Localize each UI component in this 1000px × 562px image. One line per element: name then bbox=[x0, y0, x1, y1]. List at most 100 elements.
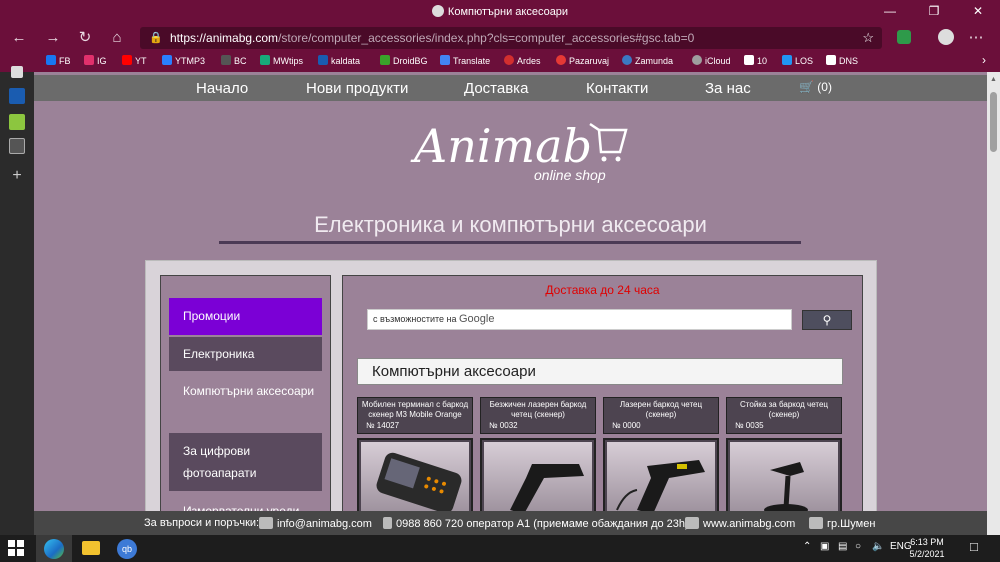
cart-link[interactable]: 🛒 (0) bbox=[799, 80, 832, 94]
product-image-wireless-scanner[interactable] bbox=[480, 438, 596, 518]
vertical-tabs-sidebar: + bbox=[0, 66, 34, 535]
fav-bc[interactable]: BC bbox=[221, 55, 247, 66]
edge-taskbar-button[interactable] bbox=[36, 535, 72, 562]
refresh-icon[interactable]: ↻ bbox=[74, 28, 96, 48]
fav-mwtips[interactable]: MWtips bbox=[260, 55, 303, 66]
search-button[interactable]: ⚲ bbox=[802, 310, 852, 330]
product-title[interactable]: Стойка за баркод четец (скенер) № 0035 bbox=[726, 397, 842, 434]
qbittorrent-icon[interactable]: qb bbox=[117, 539, 137, 559]
page-scrollbar[interactable]: ▲ bbox=[987, 72, 1000, 535]
zamunda-icon bbox=[622, 55, 632, 65]
product-title[interactable]: Безжичен лазерен баркод четец (скенер) № … bbox=[480, 397, 596, 434]
logo-subtitle: online shop bbox=[534, 167, 606, 183]
product-image-mobile-terminal[interactable] bbox=[357, 438, 473, 518]
tray-app-icon[interactable]: ▣ bbox=[820, 541, 829, 552]
animabg-logo[interactable]: Animab online shop bbox=[394, 112, 644, 197]
product-code: № 0032 bbox=[489, 421, 518, 430]
site-search-input[interactable]: с възможностите на Google bbox=[367, 309, 792, 330]
kaldata-icon bbox=[318, 55, 328, 65]
category-sidebar: Промоции Електроника Компютърни аксесоар… bbox=[160, 275, 331, 535]
contact-email[interactable]: info@animabg.com bbox=[259, 517, 372, 530]
mwtips-icon bbox=[260, 55, 270, 65]
menu-new-products[interactable]: Нови продукти bbox=[306, 80, 408, 97]
chevron-right-icon[interactable]: › bbox=[982, 53, 986, 67]
fav-pazaruvaj[interactable]: Pazaruvaj bbox=[556, 55, 609, 66]
notification-icon[interactable]: □ bbox=[970, 539, 978, 554]
scrollbar-thumb[interactable] bbox=[990, 92, 997, 152]
tab-actions-icon[interactable] bbox=[11, 66, 23, 78]
contact-location: гр.Шумен bbox=[809, 517, 875, 530]
menu-delivery[interactable]: Доставка bbox=[464, 80, 528, 97]
fav-ig[interactable]: IG bbox=[84, 55, 107, 66]
fav-ytmp3[interactable]: YTMP3 bbox=[162, 55, 205, 66]
phone-icon bbox=[383, 517, 392, 529]
fav-10[interactable]: 10 bbox=[744, 55, 767, 66]
category-promotions[interactable]: Промоции bbox=[169, 298, 322, 335]
windows-start-icon[interactable] bbox=[8, 540, 24, 556]
product-image-laser-scanner[interactable] bbox=[603, 438, 719, 518]
droidbg-tab-icon[interactable] bbox=[9, 114, 25, 130]
maximize-button[interactable]: ❐ bbox=[912, 0, 956, 24]
tray-volume-icon[interactable]: 🔈 bbox=[872, 541, 884, 552]
fav-kaldata[interactable]: kaldata bbox=[318, 55, 360, 66]
extension-shield-icon[interactable] bbox=[893, 28, 915, 48]
tray-chevron-up-icon[interactable]: ⌃ bbox=[803, 541, 811, 552]
animabg-tab-icon[interactable] bbox=[9, 138, 25, 154]
fav-zamunda[interactable]: Zamunda bbox=[622, 55, 673, 66]
profile-avatar-icon[interactable] bbox=[935, 28, 957, 48]
tray-wifi-icon[interactable]: ○ bbox=[855, 541, 861, 552]
url-host: https://animabg.com bbox=[170, 31, 279, 45]
fav-yt[interactable]: YT bbox=[122, 55, 147, 66]
scroll-up-icon[interactable]: ▲ bbox=[990, 76, 997, 83]
product-title[interactable]: Мобилен терминал с баркод скенер M3 Mobi… bbox=[357, 397, 473, 434]
windows-taskbar: qb ⌃ ▣ ▤ ○ 🔈 ENG 6:13 PM 5/2/2021 □ bbox=[0, 535, 1000, 562]
product-title[interactable]: Лазерен баркод четец (скенер) № 0000 bbox=[603, 397, 719, 434]
youtube-icon bbox=[122, 55, 132, 65]
contact-website[interactable]: www.animabg.com bbox=[685, 517, 795, 530]
more-menu-icon[interactable]: ⋯ bbox=[965, 28, 987, 48]
ardes-icon bbox=[504, 55, 514, 65]
menu-about[interactable]: За нас bbox=[705, 80, 751, 97]
home-icon[interactable]: ⌂ bbox=[106, 28, 128, 48]
fav-fb[interactable]: FB bbox=[46, 55, 71, 66]
email-icon bbox=[259, 517, 273, 529]
favorite-star-icon[interactable]: ☆ bbox=[862, 30, 874, 46]
minimize-button[interactable]: — bbox=[868, 0, 912, 24]
product-code: № 0035 bbox=[735, 421, 764, 430]
web-page: Начало Нови продукти Доставка Контакти З… bbox=[34, 72, 987, 535]
category-electronics[interactable]: Електроника bbox=[169, 337, 322, 371]
window-title-bar: Компютърни аксесоари — ❐ ✕ bbox=[0, 0, 1000, 24]
clock-date: 5/2/2021 bbox=[909, 549, 945, 559]
category-digital-cameras[interactable]: За цифрови фотоапарати bbox=[169, 433, 322, 491]
close-window-button[interactable]: ✕ bbox=[956, 0, 1000, 24]
content-container: Промоции Електроника Компютърни аксесоар… bbox=[145, 260, 877, 535]
favorites-bar: FB IG YT YTMP3 BC MWtips kaldata DroidBG… bbox=[0, 52, 1000, 72]
fav-los[interactable]: LOS bbox=[782, 55, 813, 66]
new-tab-plus-icon[interactable]: + bbox=[9, 168, 25, 184]
system-clock[interactable]: 6:13 PM 5/2/2021 bbox=[905, 536, 949, 560]
back-arrow-icon[interactable]: ← bbox=[8, 28, 30, 48]
search-placeholder: с възможностите на bbox=[373, 314, 457, 324]
tray-network-icon[interactable]: ▤ bbox=[838, 541, 847, 552]
fav-ardes[interactable]: Ardes bbox=[504, 55, 541, 66]
delivery-notice: Доставка до 24 часа bbox=[545, 283, 660, 297]
fav-droidbg[interactable]: DroidBG bbox=[380, 55, 428, 66]
menu-home[interactable]: Начало bbox=[196, 80, 248, 97]
facebook-icon bbox=[46, 55, 56, 65]
lock-icon: 🔒 bbox=[149, 32, 163, 44]
category-computer-accessories[interactable]: Компютърни аксесоари bbox=[169, 373, 322, 431]
contact-phone[interactable]: 0988 860 720 оператор А1 (приемаме обажд… bbox=[383, 517, 689, 530]
kaldata-tab-icon[interactable] bbox=[9, 88, 25, 104]
product-image-scanner-stand[interactable] bbox=[726, 438, 842, 518]
forward-arrow-icon[interactable]: → bbox=[42, 28, 64, 48]
site-top-menu: Начало Нови продукти Доставка Контакти З… bbox=[34, 75, 987, 101]
address-bar[interactable]: 🔒 https://animabg.com/store/computer_acc… bbox=[140, 27, 882, 49]
fav-dns[interactable]: DNS bbox=[826, 55, 858, 66]
menu-contacts[interactable]: Контакти bbox=[586, 80, 648, 97]
cart-icon: 🛒 bbox=[799, 80, 814, 94]
bc-icon bbox=[221, 55, 231, 65]
fav-translate[interactable]: Translate bbox=[440, 55, 490, 66]
fav-icloud[interactable]: iCloud bbox=[692, 55, 731, 66]
file-explorer-icon[interactable] bbox=[82, 541, 100, 555]
dns-icon bbox=[826, 55, 836, 65]
